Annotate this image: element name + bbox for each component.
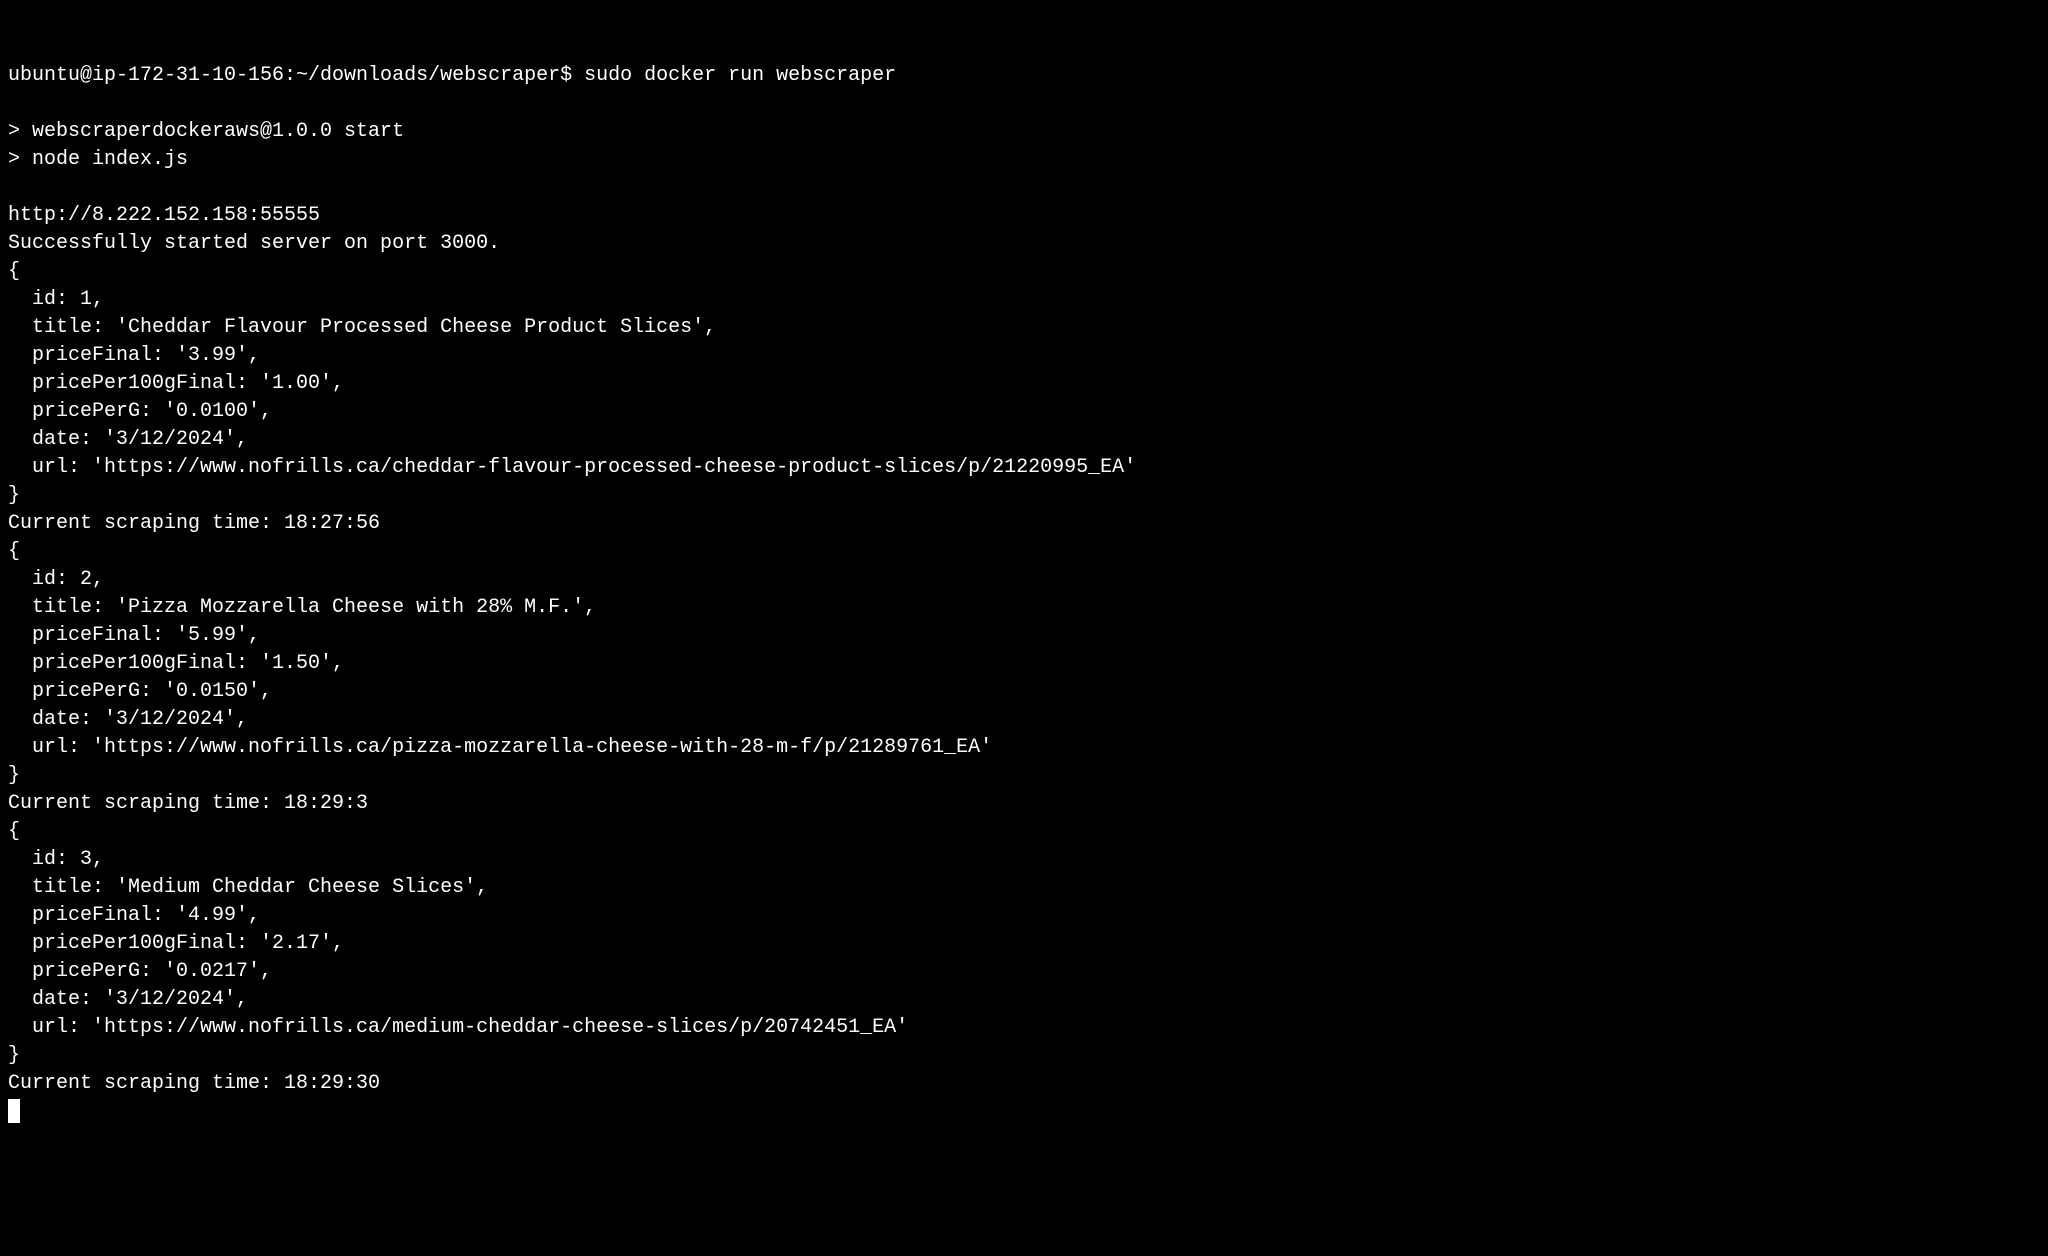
scraping-time: Current scraping time: 18:29:3 [8, 792, 368, 815]
record-title: title: 'Pizza Mozzarella Cheese with 28%… [8, 596, 596, 619]
record-id: id: 1, [8, 288, 104, 311]
record-id: id: 3, [8, 848, 104, 871]
record-price-per-g: pricePerG: '0.0150', [8, 680, 272, 703]
shell-prompt: ubuntu@ip-172-31-10-156:~/downloads/webs… [8, 64, 584, 87]
record-url: url: 'https://www.nofrills.ca/medium-che… [8, 1016, 908, 1039]
record-date: date: '3/12/2024', [8, 708, 248, 731]
shell-command: sudo docker run webscraper [584, 64, 896, 87]
record-price-per-100g: pricePer100gFinal: '1.50', [8, 652, 344, 675]
terminal-cursor[interactable] [8, 1099, 20, 1123]
record-title: title: 'Cheddar Flavour Processed Cheese… [8, 316, 716, 339]
record-close: } [8, 764, 20, 787]
record-open: { [8, 260, 20, 283]
record-close: } [8, 1044, 20, 1067]
record-price-per-100g: pricePer100gFinal: '1.00', [8, 372, 344, 395]
record-open: { [8, 820, 20, 843]
record-price-final: priceFinal: '4.99', [8, 904, 260, 927]
record-price-final: priceFinal: '3.99', [8, 344, 260, 367]
scraping-time: Current scraping time: 18:29:30 [8, 1072, 380, 1095]
record-url: url: 'https://www.nofrills.ca/pizza-mozz… [8, 736, 992, 759]
record-price-per-100g: pricePer100gFinal: '2.17', [8, 932, 344, 955]
server-started-msg: Successfully started server on port 3000… [8, 232, 500, 255]
npm-node-line: > node index.js [8, 148, 188, 171]
scraping-time: Current scraping time: 18:27:56 [8, 512, 380, 535]
record-title: title: 'Medium Cheddar Cheese Slices', [8, 876, 488, 899]
record-close: } [8, 484, 20, 507]
record-date: date: '3/12/2024', [8, 428, 248, 451]
record-price-per-g: pricePerG: '0.0217', [8, 960, 272, 983]
server-url: http://8.222.152.158:55555 [8, 204, 320, 227]
record-open: { [8, 540, 20, 563]
record-id: id: 2, [8, 568, 104, 591]
record-price-per-g: pricePerG: '0.0100', [8, 400, 272, 423]
record-price-final: priceFinal: '5.99', [8, 624, 260, 647]
record-url: url: 'https://www.nofrills.ca/cheddar-fl… [8, 456, 1136, 479]
record-date: date: '3/12/2024', [8, 988, 248, 1011]
npm-start-line: > webscraperdockeraws@1.0.0 start [8, 120, 404, 143]
